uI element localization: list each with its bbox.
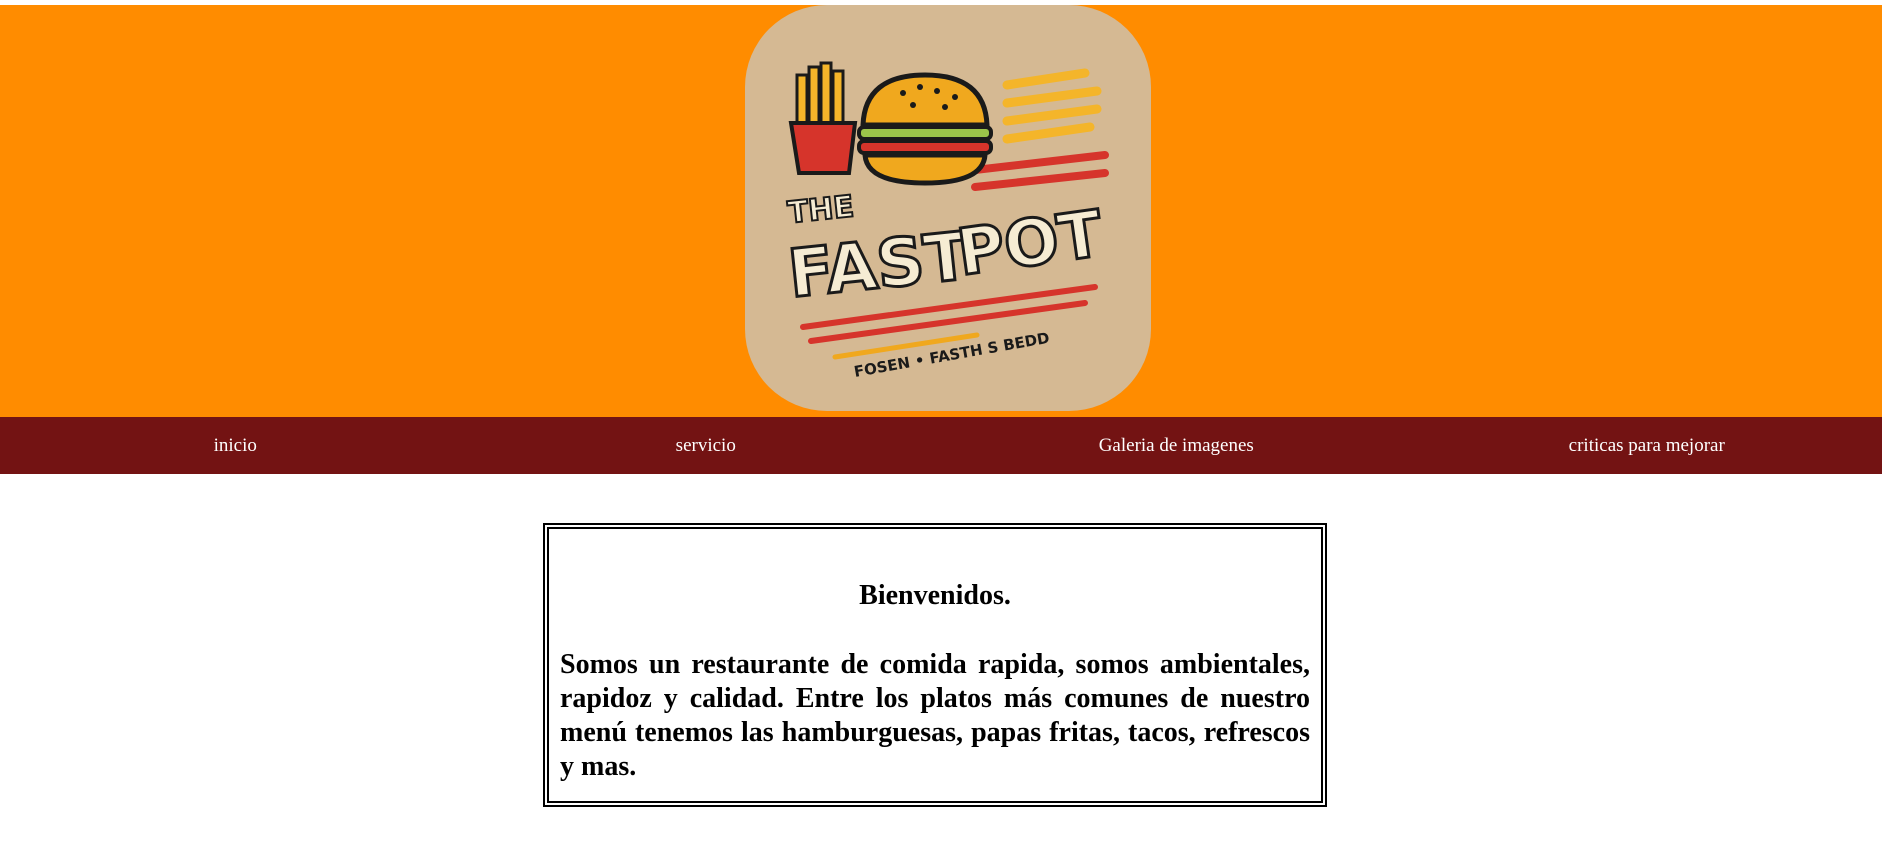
- welcome-text: Somos un restaurante de comida rapida, s…: [560, 648, 1310, 782]
- welcome-card: Bienvenidos. Somos un restaurante de com…: [543, 523, 1327, 807]
- nav-item-servicio[interactable]: servicio: [471, 417, 942, 474]
- svg-text:POT: POT: [953, 197, 1107, 291]
- svg-text:FAST: FAST: [785, 217, 973, 313]
- welcome-title: Bienvenidos.: [859, 580, 1011, 611]
- header-banner: THE FAST POT FOSEN • FASTH S BEDD: [0, 5, 1882, 417]
- burger-icon: [857, 72, 993, 186]
- svg-text:THE: THE: [786, 189, 855, 231]
- nav-item-criticas[interactable]: criticas para mejorar: [1412, 417, 1882, 474]
- logo-graphic: THE FAST POT FOSEN • FASTH S BEDD: [783, 61, 1109, 381]
- nav-item-galeria[interactable]: Galeria de imagenes: [941, 417, 1412, 474]
- nav-item-inicio[interactable]: inicio: [0, 417, 471, 474]
- fries-icon: [788, 61, 858, 175]
- restaurant-logo: THE FAST POT FOSEN • FASTH S BEDD: [745, 5, 1151, 411]
- main-nav: inicio servicio Galeria de imagenes crit…: [0, 417, 1882, 474]
